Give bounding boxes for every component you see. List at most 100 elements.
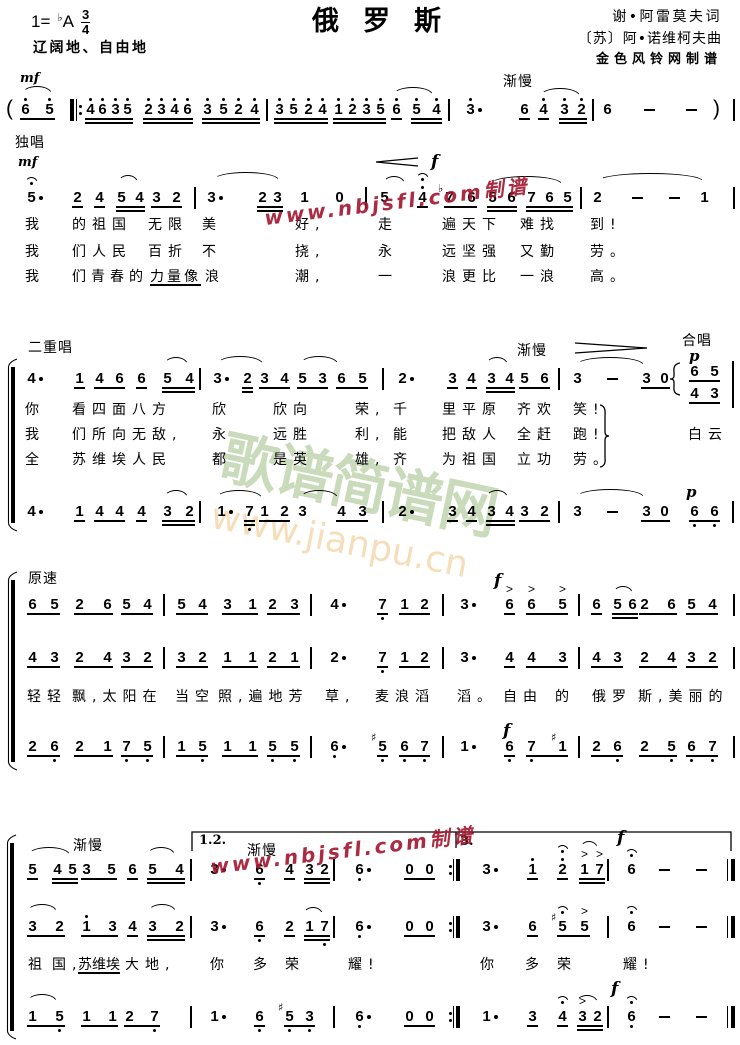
note: 6	[400, 738, 409, 755]
underline-beam	[147, 939, 185, 941]
underline-beam	[297, 387, 328, 389]
note: 4	[690, 385, 699, 402]
rest: 0	[425, 861, 434, 878]
underline-beam	[284, 935, 295, 937]
lyric-syllables: 们人民	[72, 244, 132, 260]
note: 5	[107, 861, 116, 878]
underline-beam	[377, 613, 388, 615]
lyric-syllables: 我	[25, 269, 45, 285]
rest: 0	[660, 370, 669, 387]
note: 6	[505, 596, 514, 613]
underline-beam	[202, 122, 260, 124]
note: 7	[708, 738, 717, 755]
augmentation-dot	[367, 868, 371, 872]
note: 7	[245, 503, 254, 520]
note: 3	[642, 370, 651, 387]
note: 4	[708, 596, 717, 613]
fermata-dot	[421, 178, 424, 181]
note: 6	[330, 738, 339, 755]
augmentation-dot	[222, 1015, 226, 1019]
slur	[383, 176, 405, 184]
sheet-music-page: 歌谱简谱网 www.jianpu.cn 1= ♭A 3 4 辽阔地、自由地 俄罗斯…	[0, 0, 740, 1045]
high-octave-dot	[580, 98, 583, 101]
accent-mark: >	[581, 847, 589, 861]
note: 3	[152, 189, 161, 206]
underline-beam	[202, 118, 260, 120]
lyric-syllables: 美	[202, 217, 222, 233]
sustain-dash	[607, 378, 618, 380]
note: 2	[28, 738, 37, 755]
underline-beam	[143, 122, 193, 124]
underline-beam	[136, 520, 147, 522]
note: 4	[250, 101, 259, 118]
high-octave-dot	[173, 98, 176, 101]
lyric-syllables: 浪	[205, 269, 225, 285]
note: 1	[223, 649, 232, 666]
note: 3	[163, 503, 172, 520]
dynamic-p: p	[689, 347, 700, 365]
slur	[303, 907, 323, 915]
sustain-dash	[659, 926, 670, 928]
final-thick-bar	[731, 859, 735, 881]
slur	[613, 586, 633, 594]
dynamic-f: f	[503, 721, 511, 741]
underline-beam	[72, 206, 83, 208]
accent-mark: >	[559, 582, 567, 596]
high-octave-dot	[379, 98, 382, 101]
note: 4	[135, 189, 144, 206]
underline-beam	[267, 755, 300, 757]
low-octave-dot	[323, 943, 326, 946]
underline-beam	[304, 882, 330, 884]
low-octave-dot	[358, 935, 361, 938]
underline-beam	[147, 935, 185, 937]
low-octave-dot	[711, 759, 714, 762]
lyric-syllables: 走	[378, 217, 398, 233]
slur	[213, 172, 279, 180]
barline	[578, 594, 580, 616]
underline-beam	[527, 1025, 538, 1027]
underline-beam	[222, 755, 258, 757]
high-octave-dot	[160, 98, 163, 101]
note: 3	[358, 503, 367, 520]
note: 5	[289, 101, 298, 118]
underline-beam	[27, 666, 60, 668]
slur	[28, 847, 70, 855]
underline-beam	[244, 524, 255, 526]
note: 5	[358, 370, 367, 387]
low-octave-dot	[381, 617, 384, 620]
underline-beam	[526, 206, 573, 208]
note: 3	[460, 649, 469, 666]
underline-beam	[377, 755, 388, 757]
augmentation-dot	[39, 510, 43, 514]
slur	[576, 357, 644, 365]
note: 4	[527, 649, 536, 666]
barline	[310, 594, 312, 616]
note: 5	[687, 596, 696, 613]
underline-beam	[577, 1025, 603, 1027]
note: 5	[667, 738, 676, 755]
note: 5	[580, 918, 589, 935]
note: 3	[487, 503, 496, 520]
note: 5	[298, 370, 307, 387]
lyric-syllables: 把敌人	[442, 427, 502, 443]
lyric-syllables: 百折	[148, 244, 188, 260]
underline-beam	[447, 387, 458, 389]
underline-beam	[121, 613, 153, 615]
low-octave-dot	[690, 759, 693, 762]
lyric-syllables: 大地,	[125, 957, 176, 973]
lyric-syllables: 远胜	[273, 427, 313, 443]
repeat-end-thick-bar	[456, 1006, 460, 1028]
augmentation-dot	[39, 377, 43, 381]
underline-beam	[639, 666, 677, 668]
note: 6	[628, 596, 637, 613]
rest: 0	[405, 1008, 414, 1025]
note: 5	[117, 189, 126, 206]
note: 4	[330, 596, 339, 613]
repeat-end-thin-bar	[453, 1006, 455, 1028]
underline-beam	[333, 118, 386, 120]
final-thin-bar	[727, 859, 729, 881]
note: 4	[505, 370, 514, 387]
underline-beam	[124, 1025, 160, 1027]
note: 3	[122, 649, 131, 666]
final-thin-bar	[727, 1006, 729, 1028]
